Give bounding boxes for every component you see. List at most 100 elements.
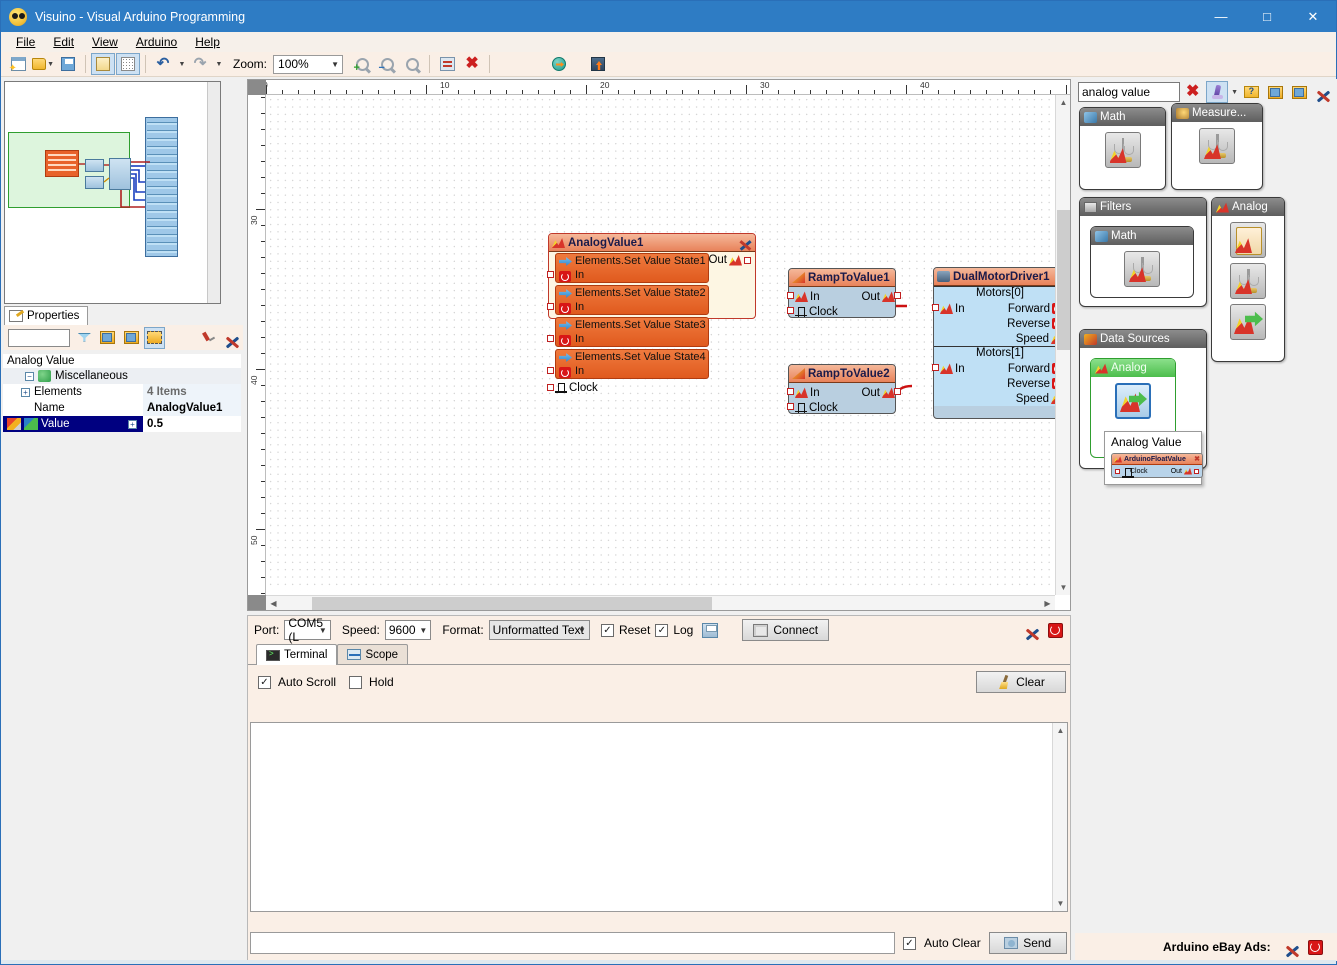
component-title[interactable]: RampToValue2 — [789, 365, 895, 383]
log-checkbox[interactable]: ✓ — [655, 623, 669, 637]
category-header[interactable]: Filters — [1080, 198, 1206, 216]
expand-icon[interactable]: + — [21, 387, 30, 397]
serial-power-button[interactable] — [1047, 619, 1064, 641]
component-item-scale[interactable] — [1199, 128, 1235, 164]
port-row-clock[interactable]: Clock — [787, 304, 895, 319]
open-button[interactable]: ▼ — [31, 53, 55, 75]
delete-button[interactable]: ✖ — [460, 53, 484, 75]
reset-checkbox[interactable]: ✓ — [600, 623, 614, 637]
sort-alphabetical-button[interactable] — [121, 327, 142, 349]
input-port[interactable] — [547, 367, 554, 374]
send-input[interactable] — [250, 932, 895, 954]
undo-button[interactable]: ↶ — [151, 53, 175, 75]
port-row-in[interactable]: In Out — [787, 385, 901, 400]
save-log-button[interactable] — [701, 619, 719, 641]
scroll-right-icon[interactable]: ▶ — [1040, 596, 1055, 611]
component-item-clipboard-analog[interactable] — [1230, 222, 1266, 258]
clear-button[interactable]: Clear — [976, 671, 1066, 693]
expand-icon[interactable]: + — [128, 419, 137, 429]
category-header[interactable]: Math — [1080, 108, 1165, 126]
menu-file[interactable]: File — [7, 33, 44, 51]
clock-port[interactable] — [547, 384, 554, 391]
slot-set-value-state3[interactable]: Elements.Set Value State3 In — [555, 317, 709, 347]
diagram-navigator[interactable] — [4, 81, 221, 304]
zoom-in-button[interactable]: + — [350, 53, 374, 75]
zoom-out-button[interactable]: − — [375, 53, 399, 75]
undo-dropdown[interactable]: ▼ — [176, 53, 187, 75]
motor-speed-row[interactable]: Speed — [934, 391, 1055, 406]
output-port[interactable] — [744, 256, 751, 264]
scroll-down-icon[interactable]: ▼ — [1053, 896, 1068, 911]
save-button[interactable] — [56, 53, 80, 75]
expand-all-button[interactable] — [1264, 81, 1286, 103]
show-boxes-button[interactable] — [144, 326, 166, 349]
input-port[interactable] — [932, 364, 939, 371]
input-port[interactable] — [932, 304, 939, 311]
components-options-button[interactable] — [1313, 81, 1335, 103]
output-port[interactable] — [894, 292, 901, 299]
collapse-icon[interactable]: − — [25, 371, 34, 381]
category-header[interactable]: Analog — [1212, 198, 1284, 216]
new-category-button[interactable] — [1240, 81, 1262, 103]
component-item-scale[interactable] — [1124, 251, 1160, 287]
properties-search-input[interactable] — [8, 328, 70, 347]
input-port[interactable] — [787, 388, 794, 395]
wizard-button[interactable] — [1205, 81, 1229, 103]
port-combobox[interactable]: COM5 (L ▼ — [284, 616, 331, 644]
clock-port[interactable] — [787, 307, 794, 314]
port-row-in[interactable]: In Out — [787, 289, 901, 304]
format-combobox[interactable]: Unformatted Text ▼ — [488, 620, 590, 640]
input-port[interactable] — [547, 271, 554, 278]
serial-options-button[interactable] — [1024, 619, 1041, 641]
tab-properties[interactable]: Properties — [4, 306, 89, 325]
scroll-up-icon[interactable]: ▲ — [1056, 95, 1071, 110]
menu-view[interactable]: View — [83, 33, 127, 51]
collapse-all-button[interactable] — [1288, 81, 1310, 103]
redo-button[interactable]: ↷ — [188, 53, 212, 75]
slot-set-value-state2[interactable]: Elements.Set Value State2 In — [555, 285, 709, 315]
scroll-up-icon[interactable]: ▲ — [1053, 723, 1068, 738]
new-button[interactable]: ✦ — [6, 53, 30, 75]
horizontal-scroll-thumb[interactable] — [312, 597, 712, 610]
chevron-down-icon[interactable]: ▼ — [1231, 89, 1238, 96]
subcategory-math[interactable]: Math — [1090, 226, 1194, 298]
component-item-analog-value[interactable] — [1115, 383, 1151, 419]
components-search-input[interactable]: analog value — [1078, 82, 1180, 102]
ruler-toggle-button[interactable] — [91, 53, 115, 75]
motor-reverse-row[interactable]: Reverse — [934, 376, 1055, 391]
output-port[interactable] — [894, 388, 901, 395]
subcategory-header[interactable]: Math — [1091, 227, 1193, 245]
zoom-reset-button[interactable] — [400, 53, 424, 75]
component-item-analog-arrow[interactable] — [1230, 304, 1266, 340]
component-analogvalue1[interactable]: AnalogValue1 Elements.Set Value State1 I… — [547, 233, 756, 394]
auto-scroll-checkbox[interactable]: ✓ — [258, 675, 271, 689]
redo-dropdown[interactable]: ▼ — [213, 53, 224, 75]
input-port[interactable] — [787, 292, 794, 299]
component-title[interactable]: DualMotorDriver1 — [934, 268, 1055, 286]
slot-set-value-state4[interactable]: Elements.Set Value State4 In — [555, 349, 709, 379]
component-item-scale[interactable] — [1104, 132, 1141, 168]
motor-in-row[interactable]: In Forward — [932, 301, 1055, 316]
table-row[interactable]: Name AnalogValue1 — [3, 400, 241, 416]
category-header[interactable]: Data Sources — [1080, 330, 1206, 348]
category-math[interactable]: Math — [1079, 107, 1166, 190]
clear-search-button[interactable]: ✖ — [1182, 81, 1204, 103]
port-row-clock[interactable]: Clock — [787, 400, 895, 415]
speed-combobox[interactable]: 9600 ▼ — [384, 620, 432, 640]
scroll-down-icon[interactable]: ▼ — [1056, 580, 1071, 595]
power-icon[interactable] — [1307, 939, 1323, 955]
canvas-vertical-scrollbar[interactable]: ▲ ▼ — [1055, 95, 1070, 595]
component-item-scale[interactable] — [1230, 263, 1266, 299]
web-upload-button[interactable] — [547, 53, 571, 75]
terminal-output[interactable]: ▲ ▼ — [250, 722, 1068, 912]
arrange-button[interactable] — [435, 53, 459, 75]
options-icon[interactable] — [1285, 940, 1300, 954]
diagram-canvas[interactable]: AnalogValue1 Elements.Set Value State1 I… — [267, 96, 1055, 591]
filter-button[interactable] — [73, 327, 94, 349]
pin-button[interactable] — [198, 327, 219, 349]
navigator-scrollbar[interactable] — [207, 82, 220, 303]
component-title[interactable]: RampToValue1 — [789, 269, 895, 287]
send-button[interactable]: Send — [988, 932, 1067, 954]
grid-toggle-button[interactable] — [116, 53, 140, 75]
category-header[interactable]: Measure... — [1172, 104, 1262, 122]
